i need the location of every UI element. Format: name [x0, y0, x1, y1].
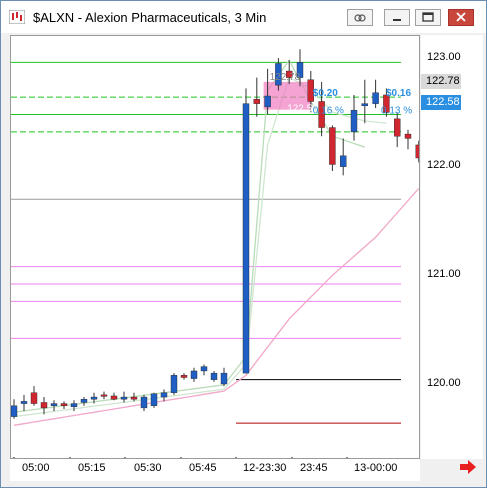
price-axis[interactable]: 123.00 122.00 121.00 120.00 122.78 122.5… [421, 35, 483, 459]
annotation-change-pct-label: 0.13 % [381, 105, 412, 116]
candle-body [350, 109, 358, 133]
chart-app-icon [9, 10, 25, 24]
close-icon [456, 12, 466, 22]
link-icon [354, 14, 366, 22]
candle-body [160, 392, 168, 398]
price-tick-label: 121.00 [427, 268, 461, 280]
scroll-right-arrow-icon[interactable] [458, 459, 478, 475]
candle-body [210, 372, 218, 380]
last-price-tag: 122.78 [421, 74, 461, 89]
candle-body [80, 399, 88, 403]
annotation-change-label: $0.16 [386, 88, 411, 99]
candle-body [394, 118, 401, 137]
candle-body [372, 92, 379, 104]
candle-body [253, 99, 261, 104]
candle-body [180, 375, 188, 378]
close-button[interactable] [448, 9, 474, 26]
candle-body [20, 401, 28, 404]
time-tick-label: 12-23:30 [243, 462, 287, 474]
candle-body [140, 396, 148, 409]
candle-body [110, 395, 118, 400]
candle-body [200, 366, 208, 372]
annotation-change-label: $0.20 [313, 88, 338, 99]
candle-body [30, 392, 38, 404]
title-bar[interactable]: $ALXN - Alexion Pharmaceuticals, 3 Min [1, 1, 486, 33]
time-tick-label: 05:45 [189, 462, 217, 474]
maximize-button[interactable] [415, 9, 441, 26]
candle-body [120, 396, 128, 400]
annotation-change-pct-label: 0.16 % [313, 105, 344, 116]
current-price-tag: 122.58 [421, 95, 461, 110]
price-tick-label: 123.00 [427, 51, 461, 63]
annotation-price-label: 122.78 [270, 72, 301, 83]
candle-body [10, 405, 18, 417]
time-axis[interactable]: 05:00 05:15 05:30 05:45 12-23:30 23:45 1… [10, 459, 420, 481]
candle-body [220, 372, 228, 385]
maximize-icon [422, 12, 434, 22]
candle-body [170, 375, 178, 393]
minimize-icon [393, 19, 401, 21]
candle-body [70, 403, 78, 408]
candle-body [264, 95, 271, 108]
time-tick-label: 13-00:00 [354, 462, 398, 474]
window-title: $ALXN - Alexion Pharmaceuticals, 3 Min [33, 10, 267, 25]
chart-window: $ALXN - Alexion Pharmaceuticals, 3 Min 1… [0, 0, 487, 488]
candle-body [340, 155, 347, 167]
time-tick-label: 05:00 [22, 462, 50, 474]
candle-body [361, 103, 368, 107]
candle-body [60, 403, 68, 406]
time-tick-label: 05:15 [78, 462, 106, 474]
price-chart[interactable]: 122.78122.58$0.200.16 %$0.160.13 % [10, 36, 422, 462]
candle-body [100, 394, 108, 397]
price-tick-label: 122.00 [427, 159, 461, 171]
candle-body [150, 393, 158, 406]
chart-plot-area[interactable]: 122.78 122.58 $0.20 0.16 % $0.16 0.13 % [10, 35, 422, 462]
candle-body [130, 396, 138, 400]
link-button[interactable] [347, 9, 373, 26]
candle-body [40, 402, 48, 409]
price-tick-label: 120.00 [427, 377, 461, 389]
minimize-button[interactable] [384, 9, 410, 26]
candle-body [329, 127, 336, 165]
candle-body [242, 103, 250, 374]
candle-body [50, 403, 58, 406]
candle-body [415, 144, 422, 159]
candle-body [90, 396, 98, 400]
time-tick-label: 05:30 [134, 462, 162, 474]
candle-body [190, 370, 198, 379]
candle-body [404, 133, 412, 139]
time-tick-label: 23:45 [300, 462, 328, 474]
